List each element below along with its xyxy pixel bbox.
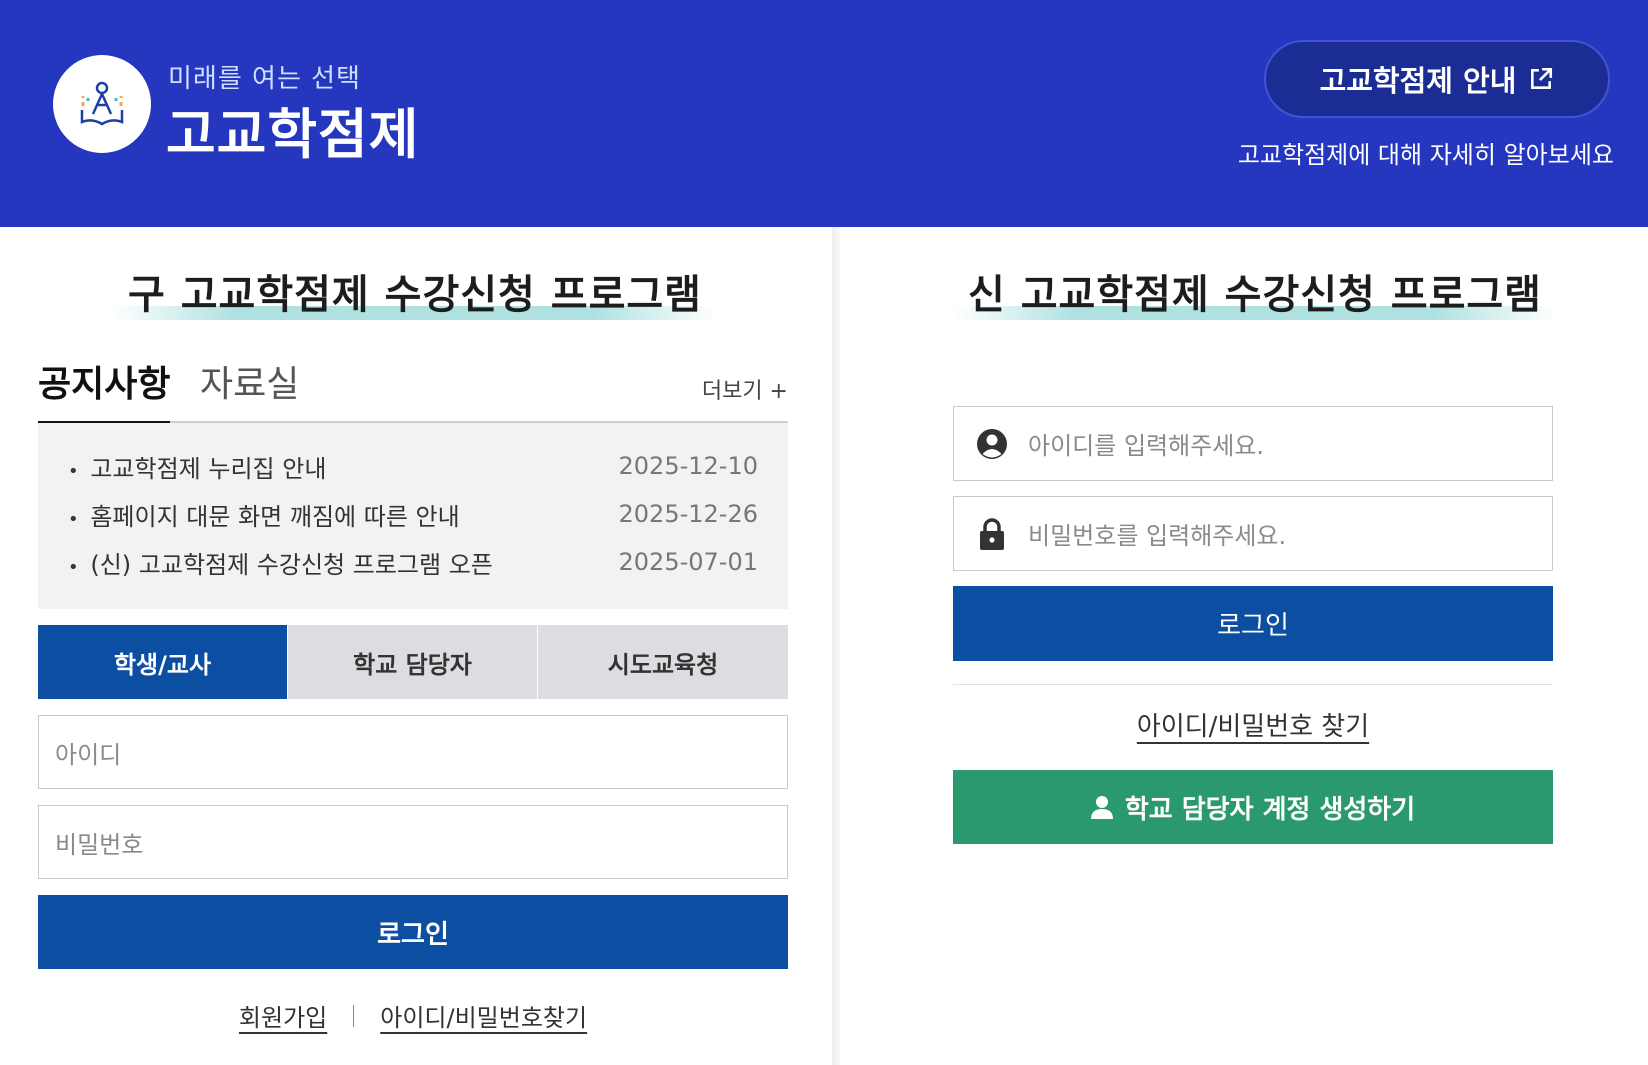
guide-button[interactable]: 고교학점제 안내 bbox=[1264, 40, 1610, 118]
list-item[interactable]: (신) 고교학점제 수강신청 프로그램 오픈 2025-07-01 bbox=[68, 544, 758, 580]
notice-title: (신) 고교학점제 수강신청 프로그램 오픈 bbox=[68, 545, 493, 580]
create-account-label: 학교 담당자 계정 생성하기 bbox=[1124, 794, 1416, 825]
notice-date: 2025-12-10 bbox=[618, 452, 758, 480]
column-divider bbox=[832, 227, 840, 1065]
new-password-field[interactable]: 비밀번호를 입력해주세요. bbox=[953, 496, 1553, 571]
brand-title[interactable]: 고교학점제 bbox=[166, 90, 419, 169]
new-id-placeholder: 아이디를 입력해주세요. bbox=[1028, 432, 1265, 460]
role-tab-education-office[interactable]: 시도교육청 bbox=[538, 625, 788, 699]
external-link-icon bbox=[1531, 67, 1553, 89]
old-program-title: 구 고교학점제 수강신청 프로그램 bbox=[95, 262, 735, 320]
more-link[interactable]: 더보기 + bbox=[702, 373, 788, 405]
divider bbox=[953, 684, 1553, 685]
logo[interactable] bbox=[53, 55, 151, 153]
new-id-field[interactable]: 아이디를 입력해주세요. bbox=[953, 406, 1553, 481]
site-header: 미래를 여는 선택 고교학점제 고교학점제 안내 고교학점제에 대해 자세히 알… bbox=[0, 0, 1648, 227]
id-placeholder: 아이디 bbox=[55, 740, 122, 769]
link-separator bbox=[353, 1004, 355, 1027]
role-tab-school-manager[interactable]: 학교 담당자 bbox=[288, 625, 537, 699]
list-item[interactable]: 고교학점제 누리집 안내 2025-12-10 bbox=[68, 448, 758, 484]
role-tab-student-teacher[interactable]: 학생/교사 bbox=[38, 625, 287, 699]
notice-date: 2025-07-01 bbox=[618, 548, 758, 576]
user-circle-icon bbox=[977, 428, 1007, 459]
new-find-account: 아이디/비밀번호 찾기 bbox=[953, 706, 1553, 743]
notice-title: 홈페이지 대문 화면 깨짐에 따른 안내 bbox=[68, 497, 459, 532]
find-account-link[interactable]: 아이디/비밀번호찾기 bbox=[380, 998, 587, 1033]
guide-description: 고교학점제에 대해 자세히 알아보세요 bbox=[1237, 141, 1614, 169]
person-icon bbox=[1090, 796, 1113, 819]
tab-notices[interactable]: 공지사항 bbox=[38, 355, 171, 425]
new-password-placeholder: 비밀번호를 입력해주세요. bbox=[1028, 522, 1287, 550]
login-button[interactable]: 로그인 bbox=[38, 895, 788, 969]
notice-list: 고교학점제 누리집 안내 2025-12-10 홈페이지 대문 화면 깨짐에 따… bbox=[38, 423, 788, 609]
notice-tabs: 공지사항 자료실 더보기 + bbox=[38, 355, 788, 425]
list-item[interactable]: 홈페이지 대문 화면 깨짐에 따른 안내 2025-12-26 bbox=[68, 496, 758, 532]
id-field[interactable]: 아이디 bbox=[38, 715, 788, 789]
notice-date: 2025-12-26 bbox=[618, 500, 758, 528]
new-find-account-link[interactable]: 아이디/비밀번호 찾기 bbox=[1137, 712, 1369, 742]
notice-title: 고교학점제 누리집 안내 bbox=[68, 449, 326, 484]
old-program-title-text: 구 고교학점제 수강신청 프로그램 bbox=[114, 262, 716, 320]
new-program-title-text: 신 고교학점제 수강신청 프로그램 bbox=[954, 262, 1556, 320]
signup-link[interactable]: 회원가입 bbox=[239, 998, 327, 1033]
book-person-icon bbox=[80, 81, 124, 126]
new-program-title: 신 고교학점제 수강신청 프로그램 bbox=[935, 262, 1575, 320]
lock-icon bbox=[980, 517, 1004, 550]
tab-archive[interactable]: 자료실 bbox=[200, 355, 299, 421]
create-school-account-button[interactable]: 학교 담당자 계정 생성하기 bbox=[953, 770, 1553, 844]
guide-button-label: 고교학점제 안내 bbox=[1319, 64, 1517, 98]
password-field[interactable]: 비밀번호 bbox=[38, 805, 788, 879]
new-login-button[interactable]: 로그인 bbox=[953, 586, 1553, 661]
password-placeholder: 비밀번호 bbox=[55, 830, 144, 859]
account-links: 회원가입 아이디/비밀번호찾기 bbox=[38, 998, 788, 1033]
